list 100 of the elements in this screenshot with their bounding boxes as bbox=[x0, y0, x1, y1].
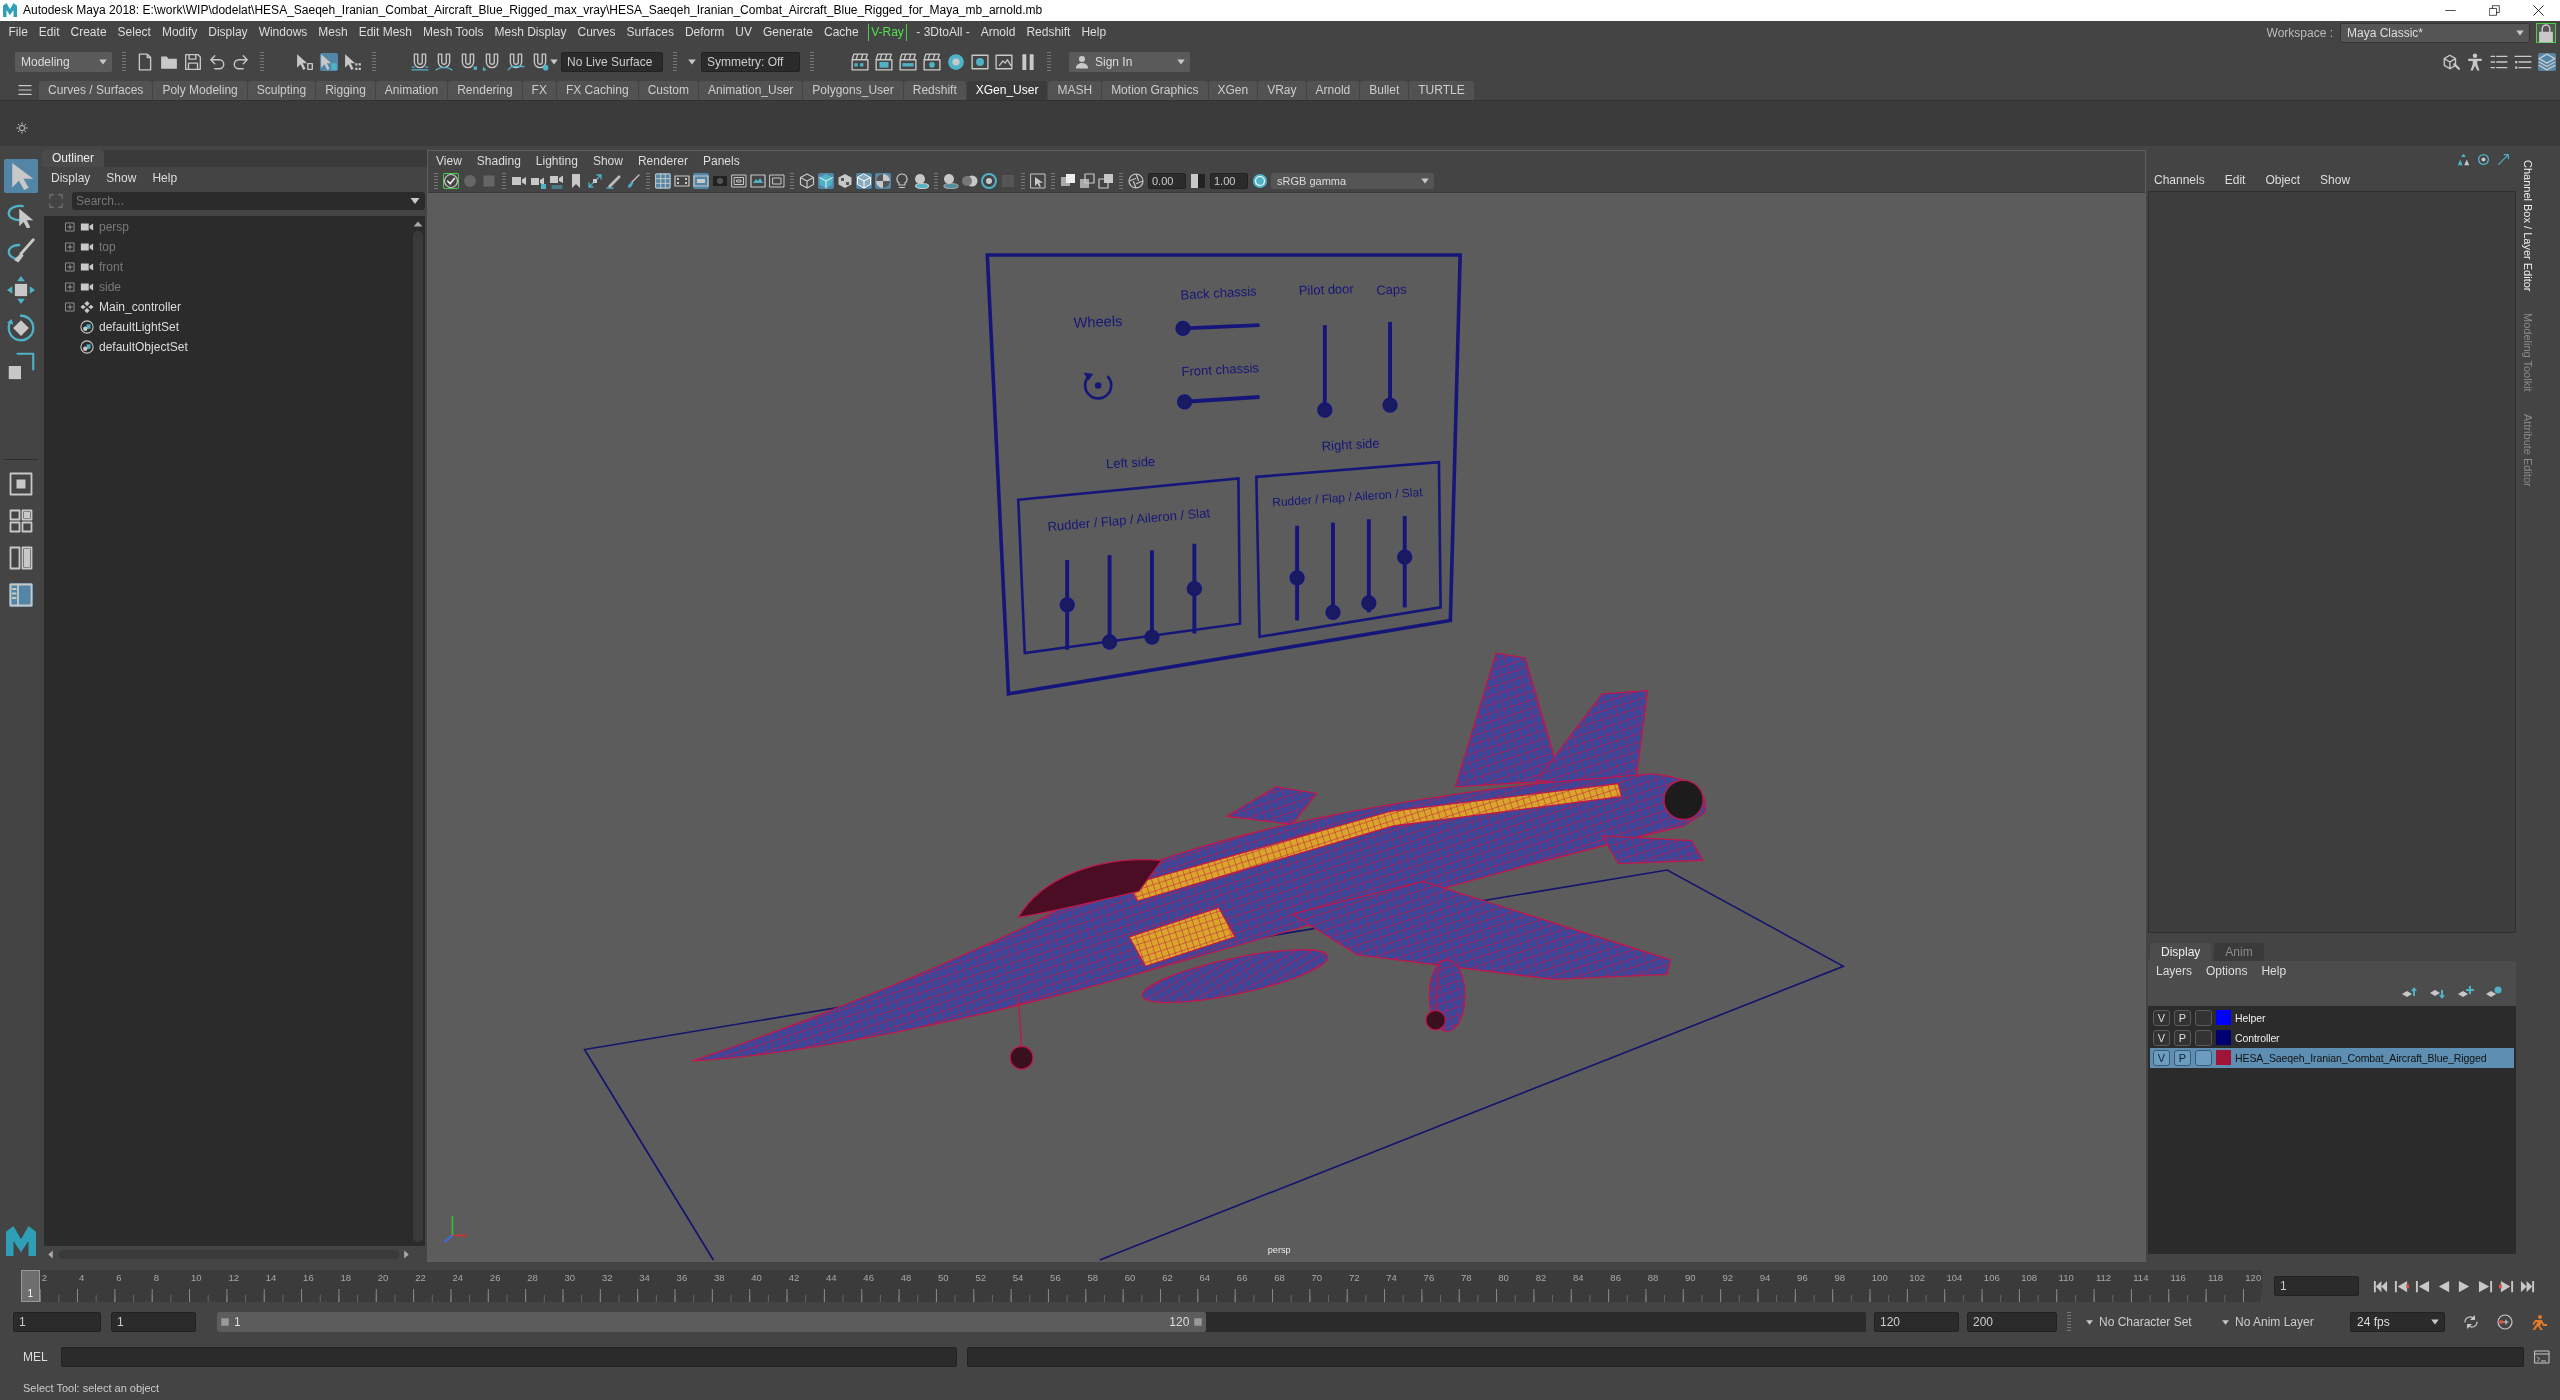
range-start-field[interactable]: 1 bbox=[111, 1312, 196, 1333]
aperture-icon[interactable] bbox=[1128, 173, 1144, 190]
menu-item[interactable]: Deform bbox=[679, 24, 730, 42]
display-type-toggle[interactable] bbox=[2195, 1029, 2212, 1046]
symmetry-dropdown[interactable]: Symmetry: Off bbox=[701, 52, 800, 73]
shelf-tab[interactable]: Animation bbox=[375, 80, 448, 100]
playback-toggle[interactable]: P bbox=[2174, 1029, 2191, 1046]
loop-icon[interactable] bbox=[2463, 1314, 2479, 1331]
magnet-icon[interactable] bbox=[435, 53, 453, 72]
slider-knob[interactable] bbox=[1361, 595, 1377, 611]
sphere-shadow-icon[interactable] bbox=[943, 173, 959, 190]
slider-track[interactable] bbox=[1144, 550, 1160, 645]
shaded-cube-icon[interactable] bbox=[818, 173, 834, 190]
menu-item[interactable]: Mesh bbox=[312, 24, 354, 42]
workspace-dropdown[interactable]: Maya Classic* bbox=[2340, 22, 2530, 43]
slider-track[interactable] bbox=[1186, 543, 1203, 634]
search-field[interactable]: Search... bbox=[72, 191, 405, 210]
next-key-icon[interactable] bbox=[2499, 1278, 2514, 1294]
anim-layer-dropdown[interactable]: No Anim Layer bbox=[2221, 1315, 2339, 1330]
cursor-icon[interactable] bbox=[296, 53, 314, 72]
film-frame-icon[interactable] bbox=[674, 173, 690, 190]
cursor-icon[interactable] bbox=[4, 158, 38, 193]
slider-knob[interactable] bbox=[1175, 320, 1191, 336]
shelf-tab[interactable]: Custom bbox=[638, 80, 698, 100]
shelf-tab[interactable]: FX Caching bbox=[556, 80, 638, 100]
brush-icon[interactable] bbox=[625, 173, 641, 190]
magnet-icon[interactable] bbox=[531, 53, 549, 72]
menu-item[interactable]: Create bbox=[65, 24, 113, 42]
color-swatch-icon[interactable] bbox=[2216, 1010, 2231, 1026]
caret-icon[interactable] bbox=[2221, 1317, 2230, 1327]
slider-track[interactable] bbox=[1317, 324, 1333, 418]
shelf-tab[interactable]: Sculpting bbox=[247, 80, 316, 100]
scroll-left-icon[interactable] bbox=[46, 1249, 55, 1259]
close-icon[interactable] bbox=[2532, 4, 2544, 16]
menu-item[interactable]: Help bbox=[152, 170, 178, 185]
menu-item[interactable]: - 3DtoAll - bbox=[910, 24, 976, 42]
color-swatch-icon[interactable] bbox=[2216, 1050, 2231, 1066]
diagonal-arrow-icon[interactable] bbox=[2497, 153, 2510, 167]
person-icon[interactable] bbox=[2466, 53, 2484, 72]
magnet-icon[interactable] bbox=[483, 53, 501, 72]
menu-item[interactable]: File bbox=[3, 24, 34, 42]
slider-track[interactable] bbox=[1361, 519, 1377, 613]
menu-item[interactable]: Generate bbox=[757, 24, 819, 42]
image-icon[interactable] bbox=[995, 53, 1013, 72]
light-bulb-icon[interactable] bbox=[894, 173, 910, 190]
end-frame-field[interactable]: 200 bbox=[1967, 1312, 2057, 1333]
menu-item[interactable]: V-Ray bbox=[868, 24, 907, 42]
menu-item[interactable]: Renderer bbox=[637, 153, 688, 168]
outliner-item[interactable]: Main_controller bbox=[99, 299, 182, 314]
slider-knob[interactable] bbox=[1186, 580, 1203, 597]
scroll-right-icon[interactable] bbox=[402, 1249, 411, 1259]
cursor-icon[interactable] bbox=[344, 53, 362, 72]
slider-track[interactable] bbox=[1325, 522, 1341, 620]
record-circle-icon[interactable] bbox=[2497, 1314, 2513, 1331]
live-surface-field[interactable]: No Live Surface bbox=[561, 52, 663, 73]
clapperboard-icon[interactable] bbox=[851, 53, 869, 72]
clapperboard-icon[interactable] bbox=[923, 53, 941, 72]
shelf-tab[interactable]: Redshift bbox=[903, 80, 966, 100]
visibility-toggle[interactable]: V bbox=[2153, 1029, 2170, 1046]
range-end-field[interactable]: 120 bbox=[1874, 1312, 1959, 1333]
ring-icon[interactable] bbox=[1252, 173, 1268, 190]
shelf-tab[interactable]: Poly Modeling bbox=[153, 80, 247, 100]
ring-icon[interactable] bbox=[981, 173, 997, 190]
checker-circle-icon[interactable] bbox=[875, 173, 891, 190]
menu-item[interactable]: Modify bbox=[156, 24, 203, 42]
range-handle-icon[interactable] bbox=[1193, 1317, 1204, 1328]
display-type-toggle[interactable] bbox=[2195, 1049, 2212, 1066]
restore-icon[interactable] bbox=[2488, 4, 2500, 16]
visibility-toggle[interactable]: V bbox=[2153, 1049, 2170, 1066]
save-icon[interactable] bbox=[184, 53, 202, 72]
shelf-tab[interactable]: XGen bbox=[1208, 80, 1258, 100]
slider-track[interactable] bbox=[1101, 554, 1118, 650]
ring-icon[interactable] bbox=[2477, 153, 2490, 167]
menu-item[interactable]: Surfaces bbox=[621, 24, 680, 42]
menu-item[interactable]: Help bbox=[1075, 24, 1112, 42]
menu-item[interactable]: Mesh Tools bbox=[417, 24, 489, 42]
half-square-icon[interactable] bbox=[1190, 173, 1206, 190]
overlapping-squares-icon[interactable] bbox=[1079, 173, 1095, 190]
terminal-icon[interactable] bbox=[2533, 1349, 2550, 1366]
lock-icon[interactable] bbox=[2536, 22, 2556, 43]
layer-row[interactable]: V P Helper bbox=[2150, 1007, 2514, 1028]
list-icon[interactable] bbox=[2514, 53, 2532, 72]
slider-knob[interactable] bbox=[1101, 634, 1118, 650]
go-start-icon[interactable] bbox=[2373, 1278, 2388, 1294]
settings-icon[interactable] bbox=[16, 121, 28, 134]
menu-item[interactable]: Cache bbox=[818, 24, 865, 42]
cube-icon[interactable] bbox=[2442, 53, 2460, 72]
expand-icon[interactable] bbox=[65, 221, 75, 232]
script-language-button[interactable]: MEL bbox=[23, 1350, 48, 1365]
slider-knob[interactable] bbox=[1382, 397, 1398, 413]
shelf-tab[interactable]: Bullet bbox=[1360, 80, 1409, 100]
clapperboard-icon[interactable] bbox=[875, 53, 893, 72]
range-slider-bar[interactable]: 1 120 bbox=[217, 1312, 1207, 1333]
playback-toggle[interactable]: P bbox=[2174, 1009, 2191, 1026]
camera-icon[interactable] bbox=[549, 173, 565, 190]
cursor-icon[interactable] bbox=[320, 53, 338, 72]
menu-item[interactable]: Shading bbox=[476, 153, 521, 168]
grid-icon[interactable] bbox=[655, 173, 671, 190]
shelf-tab[interactable]: Motion Graphics bbox=[1102, 80, 1208, 100]
gamma-field[interactable]: 1.00 bbox=[1210, 173, 1248, 190]
